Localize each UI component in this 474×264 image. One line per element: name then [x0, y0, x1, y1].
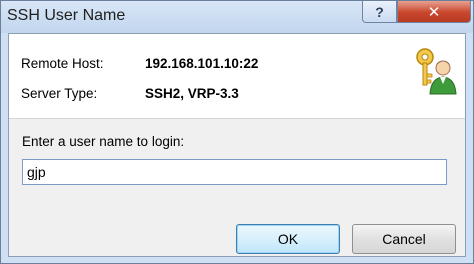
key-user-icon — [416, 48, 457, 95]
cancel-button[interactable]: Cancel — [352, 224, 456, 254]
server-type-label: Server Type: — [21, 86, 98, 101]
connection-info-panel: Remote Host: 192.168.101.10:22 Server Ty… — [9, 34, 465, 119]
ok-button[interactable]: OK — [236, 224, 340, 254]
username-prompt-label: Enter a user name to login: — [22, 134, 185, 149]
username-input[interactable] — [22, 159, 447, 185]
remote-host-value: 192.168.101.10:22 — [145, 56, 259, 71]
ssh-user-name-dialog: SSH User Name ? ✕ Remote Host: 192.168.1… — [0, 0, 474, 264]
remote-host-label: Remote Host: — [21, 56, 104, 71]
dialog-body: Remote Host: 192.168.101.10:22 Server Ty… — [8, 33, 466, 257]
close-button[interactable]: ✕ — [397, 1, 471, 23]
title-bar[interactable]: SSH User Name ? ✕ — [1, 1, 473, 33]
window-title: SSH User Name — [7, 7, 126, 24]
server-type-value: SSH2, VRP-3.3 — [145, 86, 239, 101]
help-button[interactable]: ? — [362, 1, 397, 23]
